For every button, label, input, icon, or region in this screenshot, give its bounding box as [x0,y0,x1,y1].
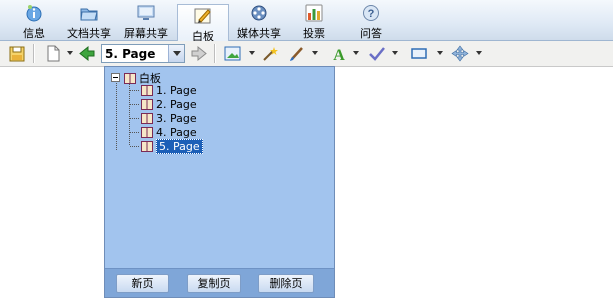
toolbar-separator [214,44,216,63]
book-icon [141,85,153,96]
move-icon[interactable] [451,45,469,62]
tree-guide-line [116,79,117,150]
book-icon [141,113,153,124]
new-page-dropdown-icon[interactable] [67,51,73,55]
tab-label: 屏幕共享 [124,27,168,40]
question-icon: ? [363,5,379,21]
text-tool-icon[interactable]: A [330,45,348,62]
insert-image-icon[interactable] [224,45,242,62]
tree-page-node[interactable]: 4. Page [141,126,197,139]
tab-label: 文档共享 [67,27,111,40]
brush-icon[interactable] [288,45,306,62]
chevron-down-icon[interactable] [168,45,184,62]
save-icon[interactable] [8,45,26,62]
mark-dropdown-icon[interactable] [392,51,398,55]
svg-text:?: ? [368,8,375,20]
tree-page-node[interactable]: 1. Page [141,84,197,97]
info-icon [26,5,42,22]
film-reel-icon [251,5,267,21]
new-page-icon[interactable] [44,45,62,62]
tree-guide-line [130,146,139,147]
text-dropdown-icon[interactable] [353,51,359,55]
new-page-button[interactable]: 新页 [116,274,169,293]
collapse-icon[interactable] [111,73,120,82]
page-tree-panel: 白板 1. Page 2. Page 3. Page 4. Page 5. Pa… [104,66,335,298]
svg-text:A: A [333,47,345,62]
bar-chart-icon [305,4,323,22]
tree-guide-line [130,90,139,91]
shape-dropdown-icon[interactable] [437,51,443,55]
tab-info[interactable]: 信息 [14,2,54,40]
next-page-icon[interactable] [190,45,208,62]
tree-page-node[interactable]: 3. Page [141,112,197,125]
tab-label: 信息 [23,27,45,40]
copy-page-button[interactable]: 复制页 [187,274,241,293]
tree-page-label: 2. Page [156,98,197,111]
book-icon [141,141,153,152]
tree-page-node[interactable]: 2. Page [141,98,197,111]
folder-icon [80,8,98,21]
main-tab-bar: 信息 文档共享 屏幕共享 白板 媒体共享 投票 ? 问答 [0,0,613,43]
monitor-icon [137,5,155,20]
tab-label: 媒体共享 [237,27,281,40]
tree-guide-line [130,104,139,105]
tree-guide-line [130,132,139,133]
magic-wand-icon[interactable] [261,45,279,62]
move-dropdown-icon[interactable] [476,51,482,55]
tab-whiteboard[interactable]: 白板 [177,4,229,43]
tab-vote[interactable]: 投票 [296,2,332,40]
tree-page-label: 1. Page [156,84,197,97]
tab-label: 投票 [303,27,325,40]
whiteboard-icon [194,8,211,24]
tree-root-node[interactable]: 白板 [111,70,161,85]
tab-media-share[interactable]: 媒体共享 [233,2,285,40]
whiteboard-toolbar: 5. Page A [0,41,613,67]
previous-page-icon[interactable] [78,45,96,62]
page-select[interactable]: 5. Page [101,44,185,63]
tab-label: 问答 [360,27,382,40]
check-mark-icon[interactable] [368,45,386,62]
toolbar-separator [33,44,35,63]
brush-dropdown-icon[interactable] [312,51,318,55]
book-icon [141,127,153,138]
tab-screen-share[interactable]: 屏幕共享 [120,2,172,40]
delete-page-button[interactable]: 删除页 [258,274,314,293]
tree-page-label: 3. Page [156,112,197,125]
rectangle-icon[interactable] [410,45,428,62]
panel-button-bar: 新页 复制页 删除页 [105,268,334,297]
book-icon [124,73,136,84]
tree-page-label: 5. Page [156,139,203,154]
tab-document-share[interactable]: 文档共享 [64,2,114,40]
tab-qa[interactable]: ? 问答 [353,2,389,40]
image-dropdown-icon[interactable] [249,51,255,55]
tree-page-node-selected[interactable]: 5. Page [141,139,203,154]
tree-guide-line [130,118,139,119]
tree-page-label: 4. Page [156,126,197,139]
page-select-value: 5. Page [105,47,156,61]
book-icon [141,99,153,110]
